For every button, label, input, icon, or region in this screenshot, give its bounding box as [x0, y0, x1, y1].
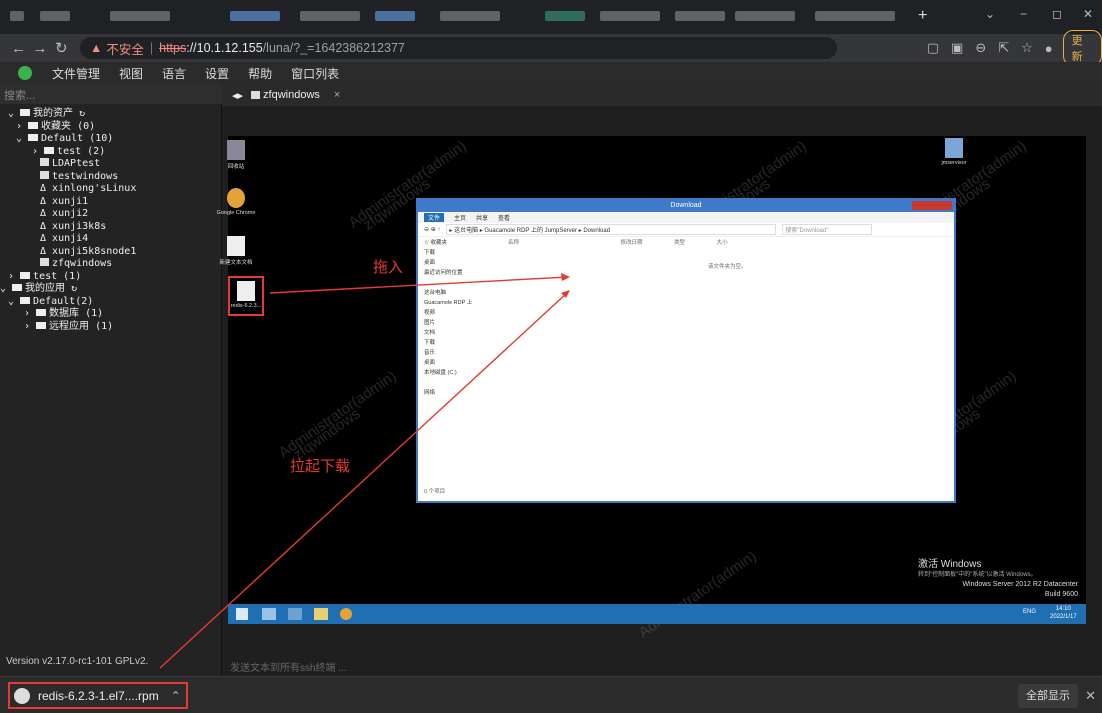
send-text-bar[interactable]: 发送文本到所有ssh终端 ... — [222, 656, 1102, 676]
download-bar: redis-6.2.3-1.el7....rpm ⌃ 全部显示 ✕ — [0, 676, 1102, 713]
download-filename: redis-6.2.3-1.el7....rpm — [38, 688, 159, 703]
show-all-button[interactable]: 全部显示 — [1018, 684, 1078, 708]
chevron-up-icon[interactable]: ⌃ — [171, 689, 181, 703]
drag-arrow — [269, 276, 569, 294]
download-item[interactable]: redis-6.2.3-1.el7....rpm ⌃ — [8, 682, 188, 709]
send-text-input[interactable]: 发送文本到所有ssh终端 ... — [230, 659, 347, 674]
annotation-arrows — [159, 273, 570, 669]
close-icon[interactable]: ✕ — [1085, 688, 1096, 704]
file-icon — [14, 687, 30, 704]
drag-arrowhead-icon — [561, 273, 570, 281]
download-arrow — [159, 291, 569, 669]
